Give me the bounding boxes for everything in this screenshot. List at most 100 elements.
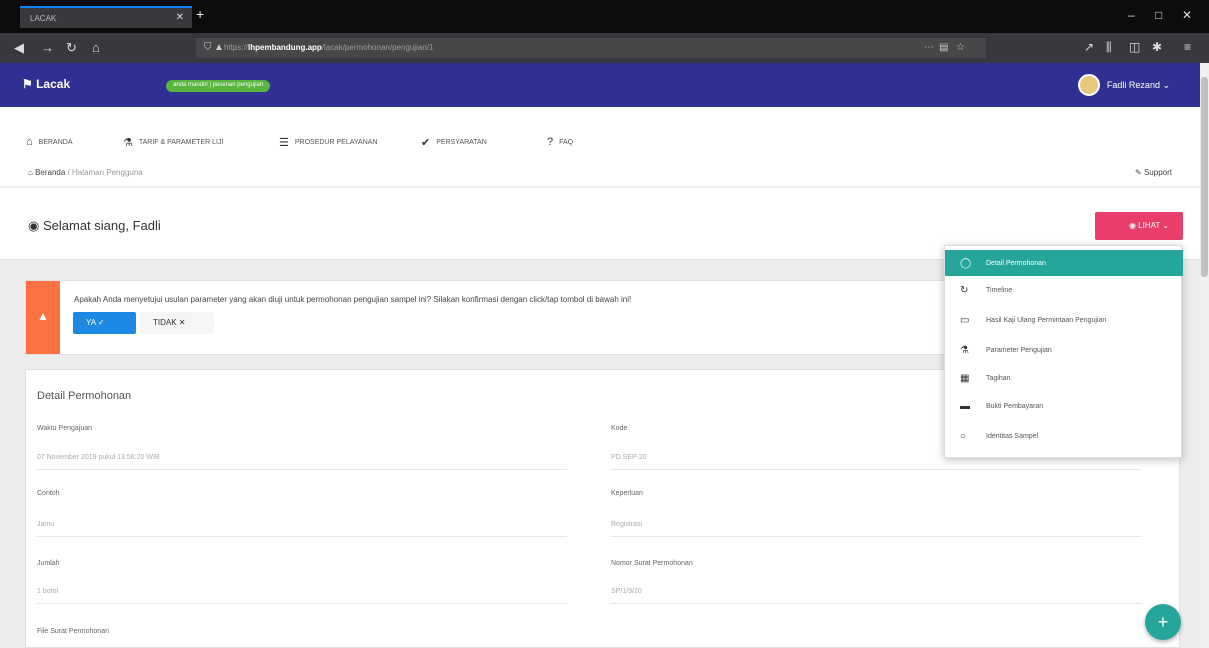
menu-item-prosedur[interactable]: ☰ PROSEDUR PELAYANAN <box>279 136 377 149</box>
menu-item-label: TARIF & PARAMETER LIJI <box>138 139 224 146</box>
main-menu: ⌂ BERANDA ⚗ TARIF & PARAMETER LIJI ☰ PRO… <box>0 107 1200 159</box>
help-icon: ? <box>547 136 554 148</box>
menu-item-label: PERSYARATAN <box>436 139 487 146</box>
minimize-icon[interactable]: – <box>1128 8 1135 22</box>
browser-tab-bar: LACAK ✕ + – □ ✕ <box>0 0 1209 33</box>
dropdown-item-hasil-kaji[interactable]: ▭ Hasil Kaji Ulang Permintaan Pengujian <box>945 307 1183 333</box>
app-logo[interactable]: ⚑ Lacak <box>22 77 70 91</box>
no-button[interactable]: TIDAK ✕ <box>140 312 214 334</box>
bottle-icon: ○ <box>960 430 967 442</box>
calculator-icon: ▦ <box>960 372 970 384</box>
dropdown-item-label: Parameter Pengujian <box>986 346 1052 354</box>
field-value: Registrasi <box>611 521 1141 537</box>
user-name: Fadli Rezand ⌄ <box>1106 79 1170 90</box>
bookmark-star-icon[interactable]: ☆ <box>956 42 965 53</box>
dropdown-item-label: Tagihan <box>986 374 1011 382</box>
support-icon: ✎ <box>1135 168 1144 177</box>
check-icon: ✔ <box>421 137 431 149</box>
page-actions-icon[interactable]: ⋯ <box>924 42 934 53</box>
extension-icon[interactable]: ↗ <box>1084 40 1094 54</box>
alert-message: Apakah Anda menyetujui usulan parameter … <box>74 295 632 304</box>
flask-icon: ⚗ <box>960 344 969 356</box>
home-icon: ⌂ <box>26 136 33 148</box>
add-button[interactable]: + <box>1145 604 1181 640</box>
url-path: /lacak/permohonan/pengujian/1 <box>321 43 434 52</box>
addon-icon[interactable]: ✱ <box>1152 40 1162 54</box>
menu-item-label: PROSEDUR PELAYANAN <box>294 139 378 146</box>
url-host: lhpembandung.app <box>248 43 322 52</box>
hamburger-menu-icon[interactable]: ≡ <box>1184 40 1191 54</box>
back-icon[interactable]: ◀ <box>14 40 24 56</box>
dropdown-item-label: Timeline <box>986 286 1013 294</box>
field-label: Keperluan <box>611 490 643 497</box>
money-icon: ▬ <box>960 400 970 412</box>
app-header: ⚑ Lacak anda mandiri | pesenan pengujian… <box>0 63 1200 107</box>
field-label: Waktu Pengajuan <box>37 425 92 432</box>
window-close-icon[interactable]: ✕ <box>1182 8 1192 22</box>
dropdown-item-parameter[interactable]: ⚗ Parameter Pengujian <box>945 337 1183 363</box>
url-prefix: https:// <box>224 43 249 52</box>
field-label: File Surat Permohonan <box>37 628 109 635</box>
breadcrumb-current: Halaman Pengguna <box>72 168 143 177</box>
dropdown-item-label: Detail Permohonan <box>986 259 1046 267</box>
dropdown-item-timeline[interactable]: ↻ Timeline <box>945 277 1183 303</box>
field-label: Nomor Surat Permohonan <box>611 560 693 567</box>
menu-item-faq[interactable]: ? FAQ <box>547 136 573 148</box>
dropdown-item-detail-permohonan[interactable]: ◯ Detail Permohonan <box>945 250 1183 276</box>
breadcrumb: ⌂ Beranda / Halaman Pengguna <box>28 168 143 177</box>
history-icon: ↻ <box>960 284 969 296</box>
card-title: Detail Permohonan <box>37 390 132 402</box>
menu-item-beranda[interactable]: ⌂ BERANDA <box>26 136 73 148</box>
logo-icon: ⚑ <box>22 77 37 91</box>
dropdown-item-label: Identitas Sampel <box>986 432 1039 440</box>
menu-item-label: FAQ <box>559 138 574 146</box>
info-icon: ◯ <box>960 257 972 269</box>
field-label: Contoh <box>37 490 60 497</box>
reload-icon[interactable]: ↻ <box>66 40 77 56</box>
document-icon: ▭ <box>960 314 970 326</box>
menu-item-label: BERANDA <box>38 138 73 146</box>
url-bar[interactable]: ⛉ ▲ https://lhpembandung.app/lacak/permo… <box>196 38 986 58</box>
menu-item-persyaratan[interactable]: ✔ PERSYARATAN <box>421 136 487 149</box>
env-badge: anda mandiri | pesenan pengujian <box>166 80 271 92</box>
new-tab-button[interactable]: + <box>196 6 204 22</box>
sun-icon: ◉ <box>28 218 43 233</box>
field-label: Kode <box>611 425 628 432</box>
maximize-icon[interactable]: □ <box>1155 8 1162 22</box>
tab-close-icon[interactable]: ✕ <box>176 12 184 23</box>
dropdown-item-label: Bukti Pembayaran <box>986 402 1044 410</box>
list-icon: ☰ <box>279 137 289 149</box>
tab-title: LACAK <box>30 14 57 23</box>
reader-view-icon[interactable]: ▤ <box>939 42 948 53</box>
avatar <box>1077 74 1100 96</box>
user-menu[interactable]: Fadli Rezand ⌄ <box>1077 74 1170 96</box>
lihat-label: LIHAT ⌄ <box>1138 221 1169 230</box>
flask-icon: ⚗ <box>123 137 133 149</box>
lihat-button[interactable]: ◉ LIHAT ⌄ <box>1095 212 1183 240</box>
lihat-dropdown-menu: ◯ Detail Permohonan ↻ Timeline ▭ Hasil K… <box>944 245 1183 458</box>
support-link[interactable]: ✎ Support <box>1135 168 1172 177</box>
dropdown-item-bukti[interactable]: ▬ Bukti Pembayaran <box>945 393 1183 419</box>
field-value: SP/1/9/20 <box>611 588 1141 604</box>
shield-icon: ⛉ <box>204 42 212 53</box>
home-icon[interactable]: ⌂ <box>92 40 100 55</box>
lock-icon: ▲ <box>214 42 224 53</box>
breadcrumb-home[interactable]: Beranda <box>35 168 65 177</box>
field-value: 1 botol <box>37 588 567 604</box>
forward-icon[interactable]: → <box>41 40 54 55</box>
dropdown-item-identitas[interactable]: ○ Identitas Sampel <box>945 423 1183 449</box>
logo-text: Lacak <box>36 77 71 91</box>
scroll-thumb[interactable] <box>1201 77 1208 277</box>
library-icon[interactable]: ⫼ <box>1106 40 1112 55</box>
browser-nav-bar: ◀ → ↻ ⌂ ⛉ ▲ https://lhpembandung.app/lac… <box>0 33 1209 63</box>
menu-item-tarif[interactable]: ⚗ TARIF & PARAMETER LIJI <box>123 136 223 149</box>
yes-button[interactable]: YA ✓ <box>73 312 136 334</box>
dropdown-item-tagihan[interactable]: ▦ Tagihan <box>945 365 1183 391</box>
page-scrollbar[interactable] <box>1200 63 1209 648</box>
dropdown-item-label: Hasil Kaji Ulang Permintaan Pengujian <box>986 316 1107 324</box>
field-label: Jumlah <box>37 560 60 567</box>
eye-icon: ◉ <box>1128 221 1139 230</box>
browser-tab[interactable]: LACAK ✕ <box>20 6 192 28</box>
breadcrumb-bar: ⌂ Beranda / Halaman Pengguna ✎ Support <box>0 159 1200 187</box>
sidebar-icon[interactable]: ◫ <box>1129 40 1140 54</box>
